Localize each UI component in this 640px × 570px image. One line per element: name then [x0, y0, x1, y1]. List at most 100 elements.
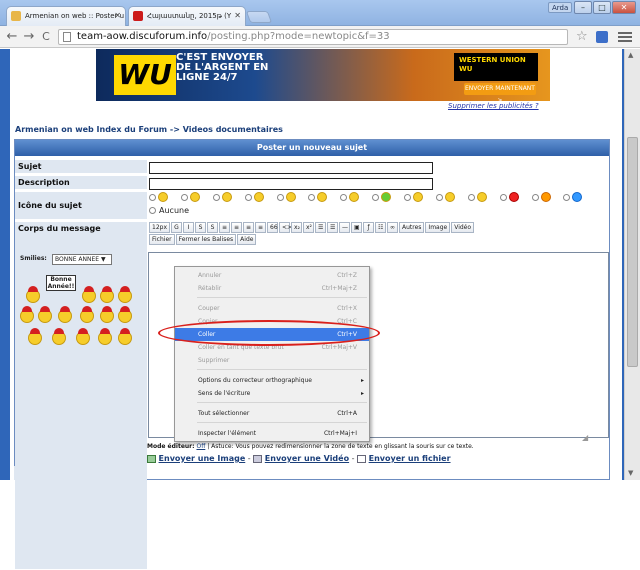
santa-smiley-icon[interactable]	[38, 306, 52, 323]
subscript-button[interactable]: x₂	[291, 222, 302, 233]
scroll-down-icon[interactable]: ▼	[628, 469, 633, 477]
santa-smiley-icon[interactable]	[82, 286, 96, 303]
bold-button[interactable]: G	[171, 222, 182, 233]
icon-option[interactable]	[308, 192, 328, 203]
icon-option[interactable]	[563, 192, 583, 203]
icon-option[interactable]	[467, 192, 487, 203]
ordered-list-button[interactable]: ☰	[327, 222, 338, 233]
justify-button[interactable]: ≡	[255, 222, 266, 233]
description-input[interactable]	[149, 178, 433, 190]
italic-button[interactable]: I	[183, 222, 194, 233]
video-button[interactable]: Vidéo	[451, 222, 475, 233]
santa-smiley-icon[interactable]	[20, 306, 34, 323]
santa-smiley-icon[interactable]	[76, 328, 90, 345]
list-button[interactable]: ☰	[315, 222, 326, 233]
superscript-button[interactable]: x²	[303, 222, 314, 233]
color-button[interactable]: ▣	[351, 222, 362, 233]
send-file-link[interactable]: Envoyer un fichier	[369, 454, 451, 463]
strike-button[interactable]: S	[207, 222, 218, 233]
tab-close-icon[interactable]: ✕	[114, 7, 121, 25]
santa-smiley-icon[interactable]	[118, 286, 132, 303]
quote-button[interactable]: 66	[267, 222, 278, 233]
help-button[interactable]: Aide	[237, 234, 257, 245]
menu-item-writing-direction[interactable]: Sens de l'écriture ▸	[175, 387, 369, 400]
image-button[interactable]: Image	[425, 222, 451, 233]
santa-smiley-icon[interactable]	[100, 306, 114, 323]
menu-item-spellcheck[interactable]: Options du correcteur orthographique ▸	[175, 374, 369, 387]
new-tab-button[interactable]	[245, 11, 273, 23]
menu-item-redo[interactable]: Rétablir Ctrl+Maj+Z	[175, 282, 369, 295]
remove-ads-link[interactable]: Supprimer les publicités ?	[448, 102, 539, 110]
minimize-button[interactable]: –	[574, 1, 592, 14]
subject-input[interactable]	[149, 162, 433, 174]
icon-option[interactable]	[404, 192, 423, 203]
tab-armenian-on-web[interactable]: Armenian on web :: Poster u ✕	[6, 6, 126, 26]
santa-smiley-icon[interactable]	[80, 306, 94, 323]
breadcrumb[interactable]: Armenian on web Index du Forum -> Videos…	[15, 125, 283, 134]
maximize-button[interactable]: □	[593, 1, 611, 14]
hr-button[interactable]: —	[339, 222, 350, 233]
santa-smiley-icon[interactable]	[100, 286, 114, 303]
icon-option[interactable]	[340, 192, 360, 203]
menu-item-undo[interactable]: Annuler Ctrl+Z	[175, 269, 369, 282]
file-button[interactable]: Fichier	[149, 234, 175, 245]
close-tags-button[interactable]: Fermer les Balises	[175, 234, 237, 245]
profile-button[interactable]: Arda	[548, 2, 573, 13]
others-button[interactable]: Autres	[399, 222, 425, 233]
icon-option[interactable]	[499, 192, 519, 203]
icon-option[interactable]	[372, 192, 392, 203]
santa-smiley-icon[interactable]	[28, 328, 42, 345]
icon-option[interactable]	[531, 192, 551, 203]
santa-smiley-icon[interactable]	[98, 328, 112, 345]
address-bar[interactable]: team-aow.discuforum.info/posting.php?mod…	[58, 29, 568, 45]
evil-icon	[476, 192, 487, 202]
table-button[interactable]: ☷	[375, 222, 386, 233]
santa-smiley-icon[interactable]	[118, 328, 132, 345]
santa-smiley-icon[interactable]	[58, 306, 72, 323]
underline-button[interactable]: S	[195, 222, 206, 233]
icon-option[interactable]	[149, 192, 168, 203]
link-button[interactable]: ∞	[387, 222, 398, 233]
send-video-link[interactable]: Envoyer une Vidéo	[265, 454, 349, 463]
bookmark-star-icon[interactable]: ☆	[576, 29, 588, 44]
menu-item-shortcut: Ctrl+Maj+I	[323, 430, 357, 437]
icon-option[interactable]	[435, 192, 455, 203]
align-right-button[interactable]: ≡	[243, 222, 254, 233]
align-center-button[interactable]: ≡	[231, 222, 242, 233]
mode-toggle-link[interactable]: Off	[196, 443, 205, 450]
font-size-button[interactable]: 12px	[149, 222, 170, 233]
santa-smiley-icon[interactable]	[52, 328, 66, 345]
banner-cta-button[interactable]: ENVOYER MAINTENANT >	[464, 83, 536, 101]
back-arrow-icon[interactable]: ←	[4, 29, 20, 45]
font-button[interactable]: ƒ	[363, 222, 374, 233]
wink-icon	[189, 192, 200, 202]
code-button[interactable]: <>	[279, 222, 292, 233]
chrome-menu-icon[interactable]	[618, 30, 632, 44]
extension-icon[interactable]	[596, 31, 608, 43]
santa-smiley-icon[interactable]	[26, 286, 40, 303]
western-union-banner[interactable]: WU C'EST ENVOYER DE L'ARGENT EN LIGNE 24…	[96, 49, 550, 101]
icon-option[interactable]	[180, 192, 200, 203]
close-window-button[interactable]: ✕	[612, 1, 636, 14]
menu-item-cut[interactable]: Couper Ctrl+X	[175, 302, 369, 315]
no-icon-option[interactable]: Aucune	[149, 206, 189, 215]
santa-smiley-icon[interactable]	[118, 306, 132, 323]
icon-option[interactable]	[276, 192, 296, 203]
tab-close-icon[interactable]: ✕	[234, 7, 241, 25]
forward-arrow-icon[interactable]: →	[21, 29, 37, 45]
icon-option[interactable]	[244, 192, 264, 203]
menu-item-inspect[interactable]: Inspecter l'élément Ctrl+Maj+I	[175, 427, 369, 440]
smilies-select[interactable]: BONNE ANNEE ▼	[52, 254, 112, 265]
icon-option[interactable]	[212, 192, 232, 203]
send-image-link[interactable]: Envoyer une Image	[159, 454, 246, 463]
align-left-button[interactable]: ≡	[219, 222, 230, 233]
tab-youtube[interactable]: Հայաստանը, 2015թ (Y ✕	[128, 6, 246, 26]
menu-item-select-all[interactable]: Tout sélectionner Ctrl+A	[175, 407, 369, 420]
bonne-annee-smiley[interactable]: Bonne Année!!	[46, 275, 76, 291]
menu-item-delete[interactable]: Supprimer	[175, 354, 369, 367]
resize-grip-icon[interactable]: ◢	[582, 433, 592, 443]
scroll-up-icon[interactable]: ▲	[628, 51, 633, 59]
scrollbar-thumb[interactable]	[627, 137, 638, 367]
reload-icon[interactable]: C	[38, 29, 54, 45]
page-scrollbar[interactable]: ▲ ▼	[624, 49, 640, 480]
